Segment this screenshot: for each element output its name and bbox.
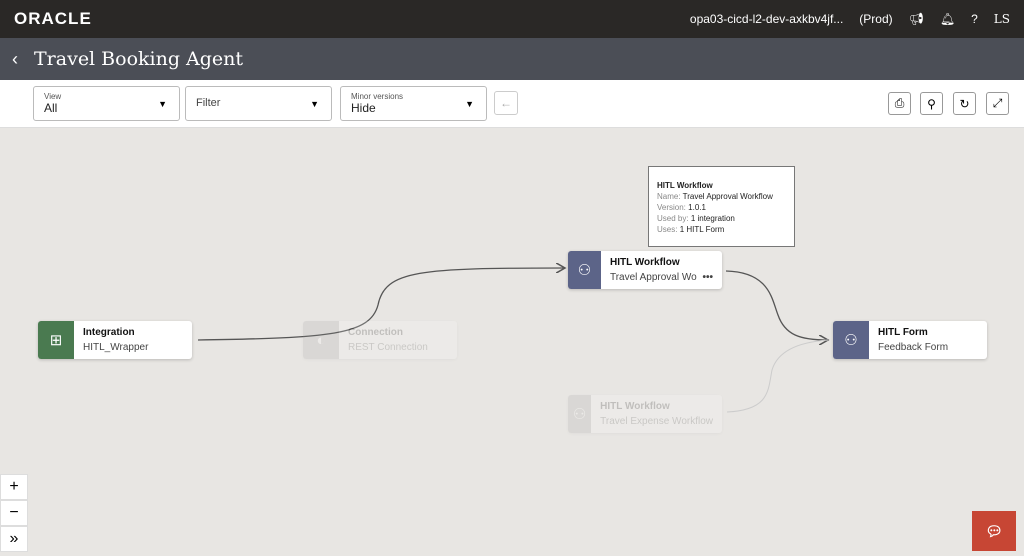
node-type: HITL Workflow: [609, 257, 680, 268]
connection-icon: ◐: [303, 321, 339, 359]
tooltip-key: Name:: [657, 192, 681, 201]
node-hitl-workflow[interactable]: ⚇ HITL Workflow Travel Approval Wo •••: [568, 251, 722, 289]
user-icon: ⚇: [568, 251, 601, 289]
tooltip-value: 1 integration: [690, 214, 735, 223]
node-connection[interactable]: ◐ Connection REST Connection: [303, 321, 457, 359]
tooltip-title: HITL Workflow: [657, 181, 713, 190]
node-type: HITL Workflow: [600, 401, 670, 412]
edge-workflow-form: [725, 270, 828, 340]
expand-panel-button[interactable]: »: [0, 526, 28, 552]
node-name: Travel Expense Workflow: [600, 416, 713, 427]
dependency-edges: [197, 0, 1024, 413]
node-hitl-form[interactable]: ⚇ HITL Form Feedback Form: [833, 321, 987, 359]
node-integration[interactable]: ⊞ Integration HITL_Wrapper: [38, 321, 192, 359]
tooltip-value: Travel Approval Workflow: [682, 192, 773, 201]
node-name: Feedback Form: [878, 342, 949, 353]
user-icon: ⚇: [568, 395, 592, 433]
tooltip-value: 1 HITL Form: [679, 225, 725, 234]
node-type: HITL Form: [878, 327, 928, 338]
tooltip-key: Uses:: [657, 225, 678, 234]
chat-button[interactable]: 💬︎: [972, 511, 1016, 551]
node-name: Travel Approval Wo •••: [609, 272, 713, 283]
node-type: Connection: [348, 327, 403, 338]
edge-faded: [726, 339, 829, 413]
node-type: Integration: [83, 327, 135, 338]
chat-icon: 💬︎: [985, 522, 1003, 539]
tooltip-key: Used by:: [657, 214, 689, 223]
zoom-out-button[interactable]: −: [0, 500, 28, 526]
tooltip-value: 1.0.1: [688, 203, 706, 212]
user-icon: ⚇: [833, 321, 869, 359]
node-hitl-workflow-faded[interactable]: ⚇ HITL Workflow Travel Expense Workflow: [568, 395, 722, 433]
tooltip-key: Version:: [657, 203, 686, 212]
node-name: REST Connection: [348, 342, 428, 353]
more-options-icon[interactable]: •••: [702, 272, 713, 283]
integration-icon: ⊞: [38, 321, 74, 359]
node-tooltip: HITL Workflow Name: Travel Approval Work…: [648, 166, 795, 247]
zoom-in-button[interactable]: +: [0, 474, 28, 500]
node-name: HITL_Wrapper: [83, 342, 149, 353]
